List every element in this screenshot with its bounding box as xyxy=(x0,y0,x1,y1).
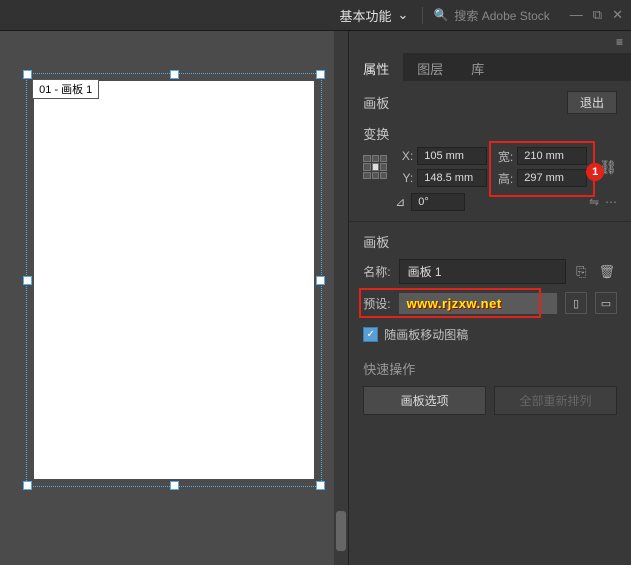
panel-body: 画板 退出 变换 X: 105 mm xyxy=(349,81,631,565)
top-bar: 基本功能 ⌄ 🔍 搜索 Adobe Stock — ⧉ ✕ xyxy=(0,0,631,31)
maximize-icon[interactable]: ⧉ xyxy=(593,7,602,23)
link-wh-icon[interactable]: ⛓ xyxy=(599,159,617,176)
h-label: 高: xyxy=(495,170,513,187)
reference-point-grid[interactable] xyxy=(363,155,387,179)
chevron-down-icon: ⌄ xyxy=(398,7,409,23)
w-label: 宽: xyxy=(495,148,513,165)
preset-dropdown[interactable]: www.rjzxw.net xyxy=(399,293,557,314)
workspace-label: 基本功能 xyxy=(340,6,392,25)
more-options-icon[interactable]: ⋯ xyxy=(605,195,617,209)
search-placeholder: 搜索 Adobe Stock xyxy=(454,7,549,24)
angle-row: ⊿ 0° ⇋ ⋯ xyxy=(395,193,617,211)
resize-handle-t[interactable] xyxy=(170,70,179,79)
minimize-icon[interactable]: — xyxy=(570,7,583,23)
orientation-landscape-icon[interactable]: ▭ xyxy=(595,292,617,314)
resize-handle-br[interactable] xyxy=(316,481,325,490)
flip-h-icon[interactable]: ⇋ xyxy=(589,195,599,209)
y-input[interactable]: 148.5 mm xyxy=(417,169,487,187)
name-row: 名称: 画板 1 ⎘ 🗑 xyxy=(363,259,617,284)
resize-handle-tl[interactable] xyxy=(23,70,32,79)
angle-input[interactable]: 0° xyxy=(411,193,465,211)
resize-handle-bl[interactable] xyxy=(23,481,32,490)
angle-icon: ⊿ xyxy=(395,195,405,209)
move-artwork-row[interactable]: ✓ 随画板移动图稿 xyxy=(363,326,617,343)
transform-block: X: 105 mm Y: 148.5 mm 1 宽: xyxy=(363,147,617,211)
delete-icon[interactable]: 🗑 xyxy=(596,262,617,282)
artboard-name-input[interactable]: 画板 1 xyxy=(399,259,567,284)
quick-actions-title: 快速操作 xyxy=(363,359,617,378)
quick-actions-row: 画板选项 全部重新排列 xyxy=(363,386,617,415)
preset-row: 预设: www.rjzxw.net ▯ ▭ xyxy=(363,292,617,314)
duplicate-icon[interactable]: ⎘ xyxy=(574,262,588,282)
orientation-portrait-icon[interactable]: ▯ xyxy=(565,292,587,314)
close-icon[interactable]: ✕ xyxy=(612,7,623,23)
height-input[interactable]: 297 mm xyxy=(517,169,587,187)
properties-panel: ≡ 属性 图层 库 画板 退出 变换 xyxy=(348,31,631,565)
preset-label: 预设: xyxy=(363,295,390,312)
artboard-options-button[interactable]: 画板选项 xyxy=(363,386,486,415)
resize-handle-b[interactable] xyxy=(170,481,179,490)
width-input[interactable]: 210 mm xyxy=(517,147,587,165)
x-input[interactable]: 105 mm xyxy=(417,147,487,165)
artboard-wrapper: 01 - 画板 1 xyxy=(34,81,314,479)
search-icon: 🔍 xyxy=(433,8,448,22)
exit-button[interactable]: 退出 xyxy=(567,91,617,114)
name-label: 名称: xyxy=(363,263,390,280)
rearrange-all-button: 全部重新排列 xyxy=(494,386,617,415)
y-label: Y: xyxy=(395,171,413,185)
section-artboard-title: 画板 xyxy=(363,93,389,112)
main: 01 - 画板 1 ≡ 属性 图层 库 画板 xyxy=(0,31,631,565)
transform-fields: X: 105 mm Y: 148.5 mm 1 宽: xyxy=(363,147,617,187)
section-artboard-title-2: 画板 xyxy=(363,232,617,251)
x-label: X: xyxy=(395,149,413,163)
vertical-scrollbar[interactable] xyxy=(334,31,348,565)
artboard-label[interactable]: 01 - 画板 1 xyxy=(32,79,99,99)
tab-layers[interactable]: 图层 xyxy=(403,53,457,81)
tab-libraries[interactable]: 库 xyxy=(457,53,498,81)
resize-handle-r[interactable] xyxy=(316,276,325,285)
artboard-header-row: 画板 退出 xyxy=(363,91,617,114)
panel-menu-icon[interactable]: ≡ xyxy=(349,31,631,53)
separator xyxy=(349,221,631,222)
search-stock[interactable]: 🔍 搜索 Adobe Stock xyxy=(422,7,549,24)
tab-properties[interactable]: 属性 xyxy=(349,53,403,81)
resize-handle-tr[interactable] xyxy=(316,70,325,79)
workspace-switcher[interactable]: 基本功能 ⌄ xyxy=(336,4,413,27)
artboard[interactable]: 01 - 画板 1 xyxy=(34,81,314,479)
section-transform-title: 变换 xyxy=(363,124,617,143)
move-artwork-label: 随画板移动图稿 xyxy=(384,326,468,343)
scrollbar-thumb[interactable] xyxy=(336,511,346,551)
canvas-area[interactable]: 01 - 画板 1 xyxy=(0,31,348,565)
panel-tabs: 属性 图层 库 xyxy=(349,53,631,81)
resize-handle-l[interactable] xyxy=(23,276,32,285)
window-controls: — ⧉ ✕ xyxy=(570,7,623,23)
move-artwork-checkbox[interactable]: ✓ xyxy=(363,327,378,342)
